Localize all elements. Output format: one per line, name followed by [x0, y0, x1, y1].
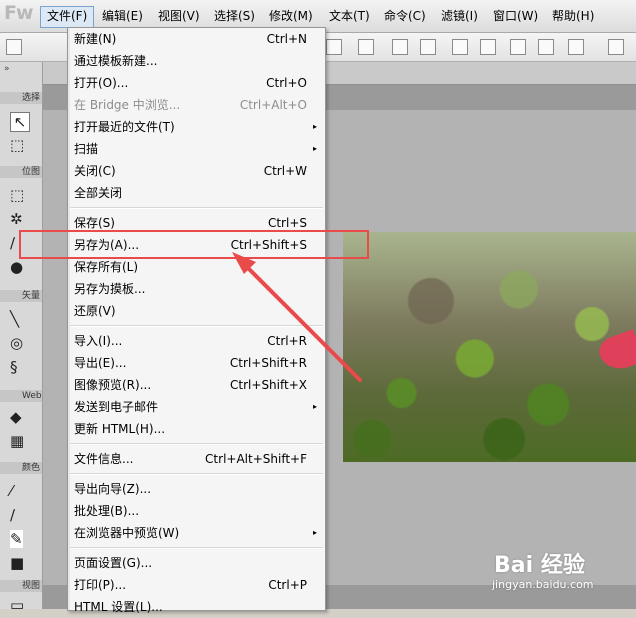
baidu-watermark: Bai 经验 [494, 553, 585, 578]
baidu-watermark-url: jingyan.baidu.com [492, 578, 594, 591]
annotation-arrow [232, 252, 362, 382]
